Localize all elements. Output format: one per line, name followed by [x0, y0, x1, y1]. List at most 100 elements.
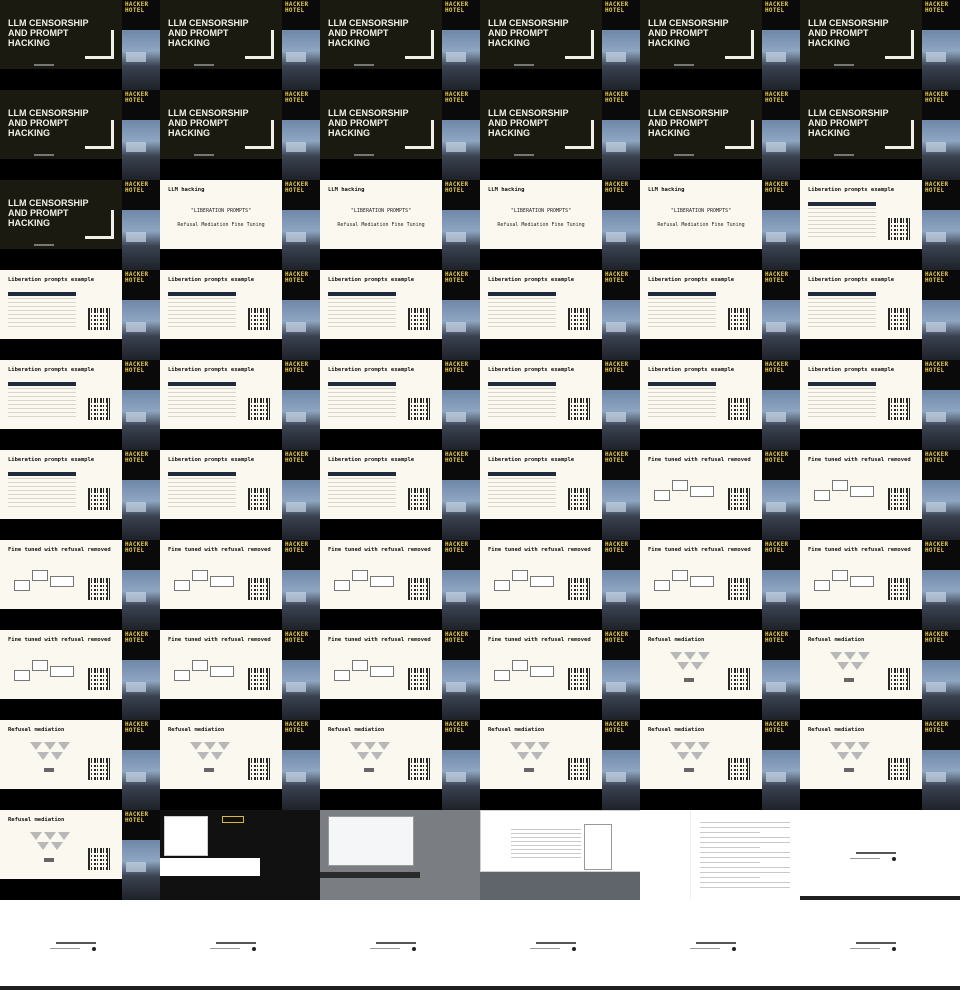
- video-frame-thumbnail[interactable]: LLM CENSORSHIP AND PROMPT HACKING HACKER H…: [0, 0, 160, 90]
- video-frame-thumbnail[interactable]: LLM CENSORSHIP AND PROMPT HACKING HACKER H…: [480, 90, 640, 180]
- video-frame-thumbnail[interactable]: LLM CENSORSHIP AND PROMPT HACKING HACKER H…: [160, 0, 320, 90]
- screen-chat-blank: [640, 900, 800, 990]
- video-frame-thumbnail[interactable]: Fine tuned with refusal removed HACKER HOT…: [320, 540, 480, 630]
- send-button[interactable]: [732, 947, 736, 951]
- video-frame-thumbnail[interactable]: Refusal mediation HACKER HOTEL: [320, 720, 480, 810]
- video-frame-thumbnail[interactable]: Fine tuned with refusal removed HACKER HOT…: [160, 540, 320, 630]
- chat-prompt-text: [856, 942, 896, 944]
- video-frame-thumbnail[interactable]: Liberation prompts example HACKER HOTEL: [480, 360, 640, 450]
- video-frame-thumbnail[interactable]: Liberation prompts example HACKER HOTEL: [800, 270, 960, 360]
- video-frame-thumbnail[interactable]: [800, 810, 960, 900]
- send-button[interactable]: [892, 857, 896, 861]
- video-frame-thumbnail[interactable]: Refusal mediation HACKER HOTEL: [800, 720, 960, 810]
- video-frame-thumbnail[interactable]: Refusal mediation HACKER HOTEL: [640, 720, 800, 810]
- network-node-icon: [691, 662, 703, 670]
- video-frame-thumbnail[interactable]: Refusal mediation HACKER HOTEL: [0, 720, 160, 810]
- video-frame-thumbnail[interactable]: Liberation prompts example HACKER HOTEL: [160, 270, 320, 360]
- video-frame-thumbnail[interactable]: Refusal mediation HACKER HOTEL: [640, 630, 800, 720]
- video-frame-thumbnail[interactable]: Refusal mediation HACKER HOTEL: [480, 720, 640, 810]
- video-frame-thumbnail[interactable]: Liberation prompts example HACKER HOTEL: [800, 360, 960, 450]
- video-frame-thumbnail[interactable]: Refusal mediation HACKER HOTEL: [800, 630, 960, 720]
- video-frame-thumbnail[interactable]: Liberation prompts example HACKER HOTEL: [480, 270, 640, 360]
- video-frame-thumbnail[interactable]: Fine tuned with refusal removed HACKER HOT…: [160, 630, 320, 720]
- video-frame-thumbnail[interactable]: Liberation prompts example HACKER HOTEL: [160, 360, 320, 450]
- send-button[interactable]: [572, 947, 576, 951]
- video-frame-thumbnail[interactable]: LLM CENSORSHIP AND PROMPT HACKING HACKER H…: [160, 90, 320, 180]
- video-frame-thumbnail[interactable]: [800, 900, 960, 990]
- video-frame-thumbnail[interactable]: Refusal mediation HACKER HOTEL: [160, 720, 320, 810]
- video-frame-thumbnail[interactable]: [640, 810, 800, 900]
- video-frame-thumbnail[interactable]: LLM CENSORSHIP AND PROMPT HACKING HACKER H…: [320, 90, 480, 180]
- video-frame-thumbnail[interactable]: LLM CENSORSHIP AND PROMPT HACKING HACKER H…: [640, 90, 800, 180]
- chat-prompt-subtext: [210, 948, 240, 949]
- video-frame-thumbnail[interactable]: Fine tuned with refusal removed HACKER HOT…: [800, 540, 960, 630]
- video-frame-thumbnail[interactable]: LLM hacking "LIBERATION PROMPTS" Refusal M…: [640, 180, 800, 270]
- video-frame-thumbnail[interactable]: [480, 900, 640, 990]
- send-button[interactable]: [412, 947, 416, 951]
- logo-line-hotel: HOTEL: [605, 277, 625, 284]
- video-frame-thumbnail[interactable]: LLM CENSORSHIP AND PROMPT HACKING HACKER H…: [0, 90, 160, 180]
- video-frame-thumbnail[interactable]: Fine tuned with refusal removed HACKER HOT…: [480, 540, 640, 630]
- speaker-video-panel: HACKER HOTEL: [442, 450, 480, 540]
- refusal-diagram: [174, 658, 234, 684]
- video-frame-thumbnail[interactable]: [480, 810, 640, 900]
- speaker-video-panel: HACKER HOTEL: [442, 720, 480, 810]
- network-node-icon: [698, 742, 710, 750]
- video-frame-thumbnail[interactable]: Fine tuned with refusal removed HACKER HOT…: [0, 540, 160, 630]
- video-frame-thumbnail[interactable]: [160, 810, 320, 900]
- speaker-video-panel: HACKER HOTEL: [442, 270, 480, 360]
- slide-heading: Liberation prompts example: [488, 457, 575, 463]
- diagram-box: [512, 660, 528, 671]
- video-frame-thumbnail[interactable]: LLM CENSORSHIP AND PROMPT HACKING HACKER H…: [0, 180, 160, 270]
- send-button[interactable]: [92, 947, 96, 951]
- speaker-video-panel: HACKER HOTEL: [602, 450, 640, 540]
- send-button[interactable]: [892, 947, 896, 951]
- video-frame-thumbnail[interactable]: [160, 900, 320, 990]
- slide-footer-text: [354, 154, 374, 156]
- video-frame-thumbnail[interactable]: LLM CENSORSHIP AND PROMPT HACKING HACKER H…: [640, 0, 800, 90]
- video-frame-thumbnail[interactable]: [0, 900, 160, 990]
- video-frame-thumbnail[interactable]: [640, 900, 800, 990]
- video-frame-thumbnail[interactable]: Liberation prompts example HACKER HOTEL: [640, 270, 800, 360]
- video-frame-thumbnail[interactable]: LLM hacking "LIBERATION PROMPTS" Refusal M…: [160, 180, 320, 270]
- video-frame-thumbnail[interactable]: Liberation prompts example HACKER HOTEL: [640, 360, 800, 450]
- video-frame-thumbnail[interactable]: Fine tuned with refusal removed HACKER HOT…: [640, 540, 800, 630]
- audience-photo: [122, 210, 160, 270]
- video-frame-thumbnail[interactable]: LLM hacking "LIBERATION PROMPTS" Refusal M…: [320, 180, 480, 270]
- title-slide: LLM CENSORSHIP AND PROMPT HACKING: [0, 0, 122, 69]
- video-frame-thumbnail[interactable]: Liberation prompts example HACKER HOTEL: [320, 450, 480, 540]
- hacker-hotel-logo: HACKER HOTEL: [445, 362, 468, 374]
- video-frame-thumbnail[interactable]: Fine tuned with refusal removed HACKER HOT…: [320, 630, 480, 720]
- video-frame-thumbnail[interactable]: Fine tuned with refusal removed HACKER HOT…: [0, 630, 160, 720]
- video-frame-thumbnail[interactable]: Liberation prompts example HACKER HOTEL: [800, 180, 960, 270]
- output-box: [204, 768, 214, 772]
- video-frame-thumbnail[interactable]: Fine tuned with refusal removed HACKER HOT…: [800, 450, 960, 540]
- video-frame-thumbnail[interactable]: Liberation prompts example HACKER HOTEL: [320, 360, 480, 450]
- video-frame-thumbnail[interactable]: [320, 810, 480, 900]
- logo-line-hotel: HOTEL: [285, 547, 305, 554]
- video-frame-thumbnail[interactable]: Fine tuned with refusal removed HACKER HOT…: [480, 630, 640, 720]
- video-frame-thumbnail[interactable]: Liberation prompts example HACKER HOTEL: [0, 450, 160, 540]
- video-frame-thumbnail[interactable]: Liberation prompts example HACKER HOTEL: [160, 450, 320, 540]
- video-frame-thumbnail[interactable]: Liberation prompts example HACKER HOTEL: [0, 270, 160, 360]
- network-node-icon: [531, 752, 543, 760]
- video-frame-thumbnail[interactable]: Refusal mediation HACKER HOTEL: [0, 810, 160, 900]
- video-frame-thumbnail[interactable]: LLM CENSORSHIP AND PROMPT HACKING HACKER H…: [800, 0, 960, 90]
- audience-photo: [442, 660, 480, 720]
- slide-footer-text: [674, 154, 694, 156]
- yellow-badge: [222, 816, 244, 823]
- video-frame-thumbnail[interactable]: Liberation prompts example HACKER HOTEL: [0, 360, 160, 450]
- audience-photo: [282, 210, 320, 270]
- logo-line-hotel: HOTEL: [445, 727, 465, 734]
- video-frame-thumbnail[interactable]: LLM hacking "LIBERATION PROMPTS" Refusal M…: [480, 180, 640, 270]
- video-frame-thumbnail[interactable]: Fine tuned with refusal removed HACKER HOT…: [640, 450, 800, 540]
- audience-photo: [282, 660, 320, 720]
- taskbar: [640, 986, 800, 990]
- send-button[interactable]: [252, 947, 256, 951]
- video-frame-thumbnail[interactable]: LLM CENSORSHIP AND PROMPT HACKING HACKER H…: [480, 0, 640, 90]
- video-frame-thumbnail[interactable]: Liberation prompts example HACKER HOTEL: [320, 270, 480, 360]
- video-frame-thumbnail[interactable]: Liberation prompts example HACKER HOTEL: [480, 450, 640, 540]
- video-frame-thumbnail[interactable]: LLM CENSORSHIP AND PROMPT HACKING HACKER H…: [320, 0, 480, 90]
- video-frame-thumbnail[interactable]: [320, 900, 480, 990]
- video-frame-thumbnail[interactable]: LLM CENSORSHIP AND PROMPT HACKING HACKER H…: [800, 90, 960, 180]
